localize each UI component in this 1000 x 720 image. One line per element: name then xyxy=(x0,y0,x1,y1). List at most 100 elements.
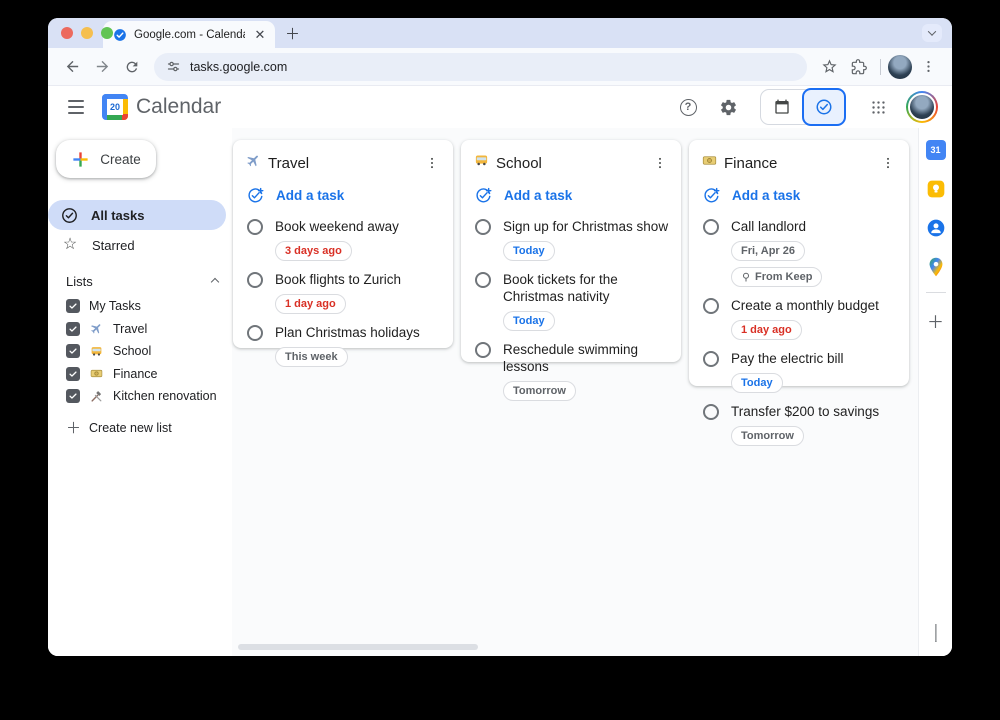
checkbox-checked[interactable] xyxy=(66,389,80,404)
reload-button[interactable] xyxy=(118,53,146,81)
list-item-kitchen-renovation[interactable]: Kitchen renovation xyxy=(48,385,232,408)
google-keep-icon[interactable] xyxy=(926,179,946,199)
list-item-finance[interactable]: Finance xyxy=(48,363,232,386)
task-complete-radio[interactable] xyxy=(703,219,719,235)
task-row[interactable]: Book tickets for the Christmas nativity … xyxy=(461,261,681,331)
list-item-travel[interactable]: Travel xyxy=(48,318,232,341)
due-date-chip[interactable]: 1 day ago xyxy=(275,294,346,314)
sidebar-item-starred[interactable]: ☆ Starred xyxy=(48,230,226,260)
task-title[interactable]: Plan Christmas holidays xyxy=(275,324,420,341)
close-window-button[interactable] xyxy=(61,27,73,39)
checkbox-checked[interactable] xyxy=(66,299,80,314)
create-new-list-button[interactable]: ＋ Create new list xyxy=(48,416,232,440)
tab-search-button[interactable] xyxy=(922,24,942,42)
extensions-puzzle-icon xyxy=(851,58,867,74)
task-row[interactable]: Plan Christmas holidays This week xyxy=(233,314,453,367)
back-button[interactable] xyxy=(58,53,86,81)
due-date-chip[interactable]: Tomorrow xyxy=(731,426,804,446)
task-title[interactable]: Sign up for Christmas show xyxy=(503,218,668,235)
due-date-chip[interactable]: 1 day ago xyxy=(731,320,802,340)
task-title[interactable]: Call landlord xyxy=(731,218,897,235)
zoom-window-button[interactable] xyxy=(101,27,113,39)
task-complete-radio[interactable] xyxy=(703,298,719,314)
minimize-window-button[interactable] xyxy=(81,27,93,39)
google-apps-button[interactable] xyxy=(860,89,896,125)
checkbox-checked[interactable] xyxy=(66,366,80,381)
due-date-chip[interactable]: Today xyxy=(731,373,783,393)
due-date-chip[interactable]: 3 days ago xyxy=(275,241,352,261)
main-menu-button[interactable] xyxy=(58,89,94,125)
hide-side-panel-button[interactable] xyxy=(934,624,936,642)
extensions-button[interactable] xyxy=(845,53,873,81)
list-menu-button[interactable] xyxy=(421,152,443,174)
task-title[interactable]: Book flights to Zurich xyxy=(275,271,401,288)
calendar-logo[interactable]: 20 xyxy=(102,94,128,120)
task-complete-radio[interactable] xyxy=(247,272,263,288)
lists-header[interactable]: Lists xyxy=(66,274,220,289)
due-date-chip[interactable]: Today xyxy=(503,311,555,331)
settings-button[interactable] xyxy=(710,89,746,125)
help-button[interactable]: ? xyxy=(670,89,706,125)
get-add-ons-button[interactable]: ＋ xyxy=(927,308,944,333)
task-complete-radio[interactable] xyxy=(703,404,719,420)
task-row[interactable]: Create a monthly budget 1 day ago xyxy=(689,287,909,340)
account-avatar[interactable] xyxy=(906,91,938,123)
site-settings-icon[interactable] xyxy=(166,59,181,74)
google-maps-icon[interactable] xyxy=(927,257,945,277)
app-body: Create All tasks ☆ Starred Lists My Task… xyxy=(48,128,952,656)
list-menu-button[interactable] xyxy=(877,152,899,174)
profile-avatar[interactable] xyxy=(888,54,912,79)
tasks-view-button[interactable] xyxy=(802,88,846,126)
task-complete-radio[interactable] xyxy=(475,342,491,358)
add-task-button[interactable]: Add a task xyxy=(461,174,681,208)
task-title[interactable]: Create a monthly budget xyxy=(731,297,879,314)
task-complete-radio[interactable] xyxy=(475,272,491,288)
url-text: tasks.google.com xyxy=(190,59,288,74)
back-arrow-icon xyxy=(66,60,78,73)
tab-close-icon[interactable]: ✕ xyxy=(252,27,268,43)
due-date-chip[interactable]: Tomorrow xyxy=(503,381,576,401)
task-complete-radio[interactable] xyxy=(475,219,491,235)
task-complete-radio[interactable] xyxy=(247,325,263,341)
sidebar-item-all-tasks[interactable]: All tasks xyxy=(48,200,226,230)
browser-menu-button[interactable] xyxy=(914,53,942,81)
task-row[interactable]: Call landlord Fri, Apr 26 From Keep xyxy=(689,208,909,287)
checkbox-checked[interactable] xyxy=(66,321,80,336)
due-date-chip[interactable]: Fri, Apr 26 xyxy=(731,241,805,261)
bookmark-button[interactable] xyxy=(815,53,843,81)
calendar-view-button[interactable] xyxy=(761,90,803,124)
list-item-my-tasks[interactable]: My Tasks xyxy=(48,295,232,318)
task-complete-radio[interactable] xyxy=(703,351,719,367)
task-row[interactable]: Sign up for Christmas show Today xyxy=(461,208,681,261)
browser-tab[interactable]: Google.com - Calendar - Tasks ✕ xyxy=(103,21,275,48)
task-title[interactable]: Book tickets for the Christmas nativity xyxy=(503,271,669,305)
list-item-school[interactable]: School xyxy=(48,340,232,363)
google-contacts-icon[interactable] xyxy=(926,218,946,238)
task-title[interactable]: Pay the electric bill xyxy=(731,350,844,367)
school-emoji-icon xyxy=(474,153,489,173)
task-complete-radio[interactable] xyxy=(247,219,263,235)
task-row[interactable]: Book weekend away 3 days ago xyxy=(233,208,453,261)
task-title[interactable]: Book weekend away xyxy=(275,218,399,235)
google-calendar-icon[interactable]: 31 xyxy=(925,140,946,160)
list-item-label: School xyxy=(113,344,152,359)
task-row[interactable]: Pay the electric bill Today xyxy=(689,340,909,393)
horizontal-scrollbar[interactable] xyxy=(238,644,478,650)
task-row[interactable]: Transfer $200 to savings Tomorrow xyxy=(689,393,909,446)
url-bar[interactable]: tasks.google.com xyxy=(154,52,807,81)
create-button[interactable]: Create xyxy=(56,140,156,178)
new-tab-button[interactable]: ＋ xyxy=(285,27,300,42)
forward-button[interactable] xyxy=(88,53,116,81)
from-keep-chip[interactable]: From Keep xyxy=(731,267,823,287)
checkbox-checked[interactable] xyxy=(66,344,80,359)
add-task-button[interactable]: Add a task xyxy=(689,174,909,208)
add-task-button[interactable]: Add a task xyxy=(233,174,453,208)
list-menu-button[interactable] xyxy=(649,152,671,174)
hamburger-icon xyxy=(68,100,84,114)
task-row[interactable]: Reschedule swimming lessons Tomorrow xyxy=(461,331,681,401)
due-date-chip[interactable]: Today xyxy=(503,241,555,261)
task-title[interactable]: Transfer $200 to savings xyxy=(731,403,879,420)
task-title[interactable]: Reschedule swimming lessons xyxy=(503,341,669,375)
due-date-chip[interactable]: This week xyxy=(275,347,348,367)
task-row[interactable]: Book flights to Zurich 1 day ago xyxy=(233,261,453,314)
